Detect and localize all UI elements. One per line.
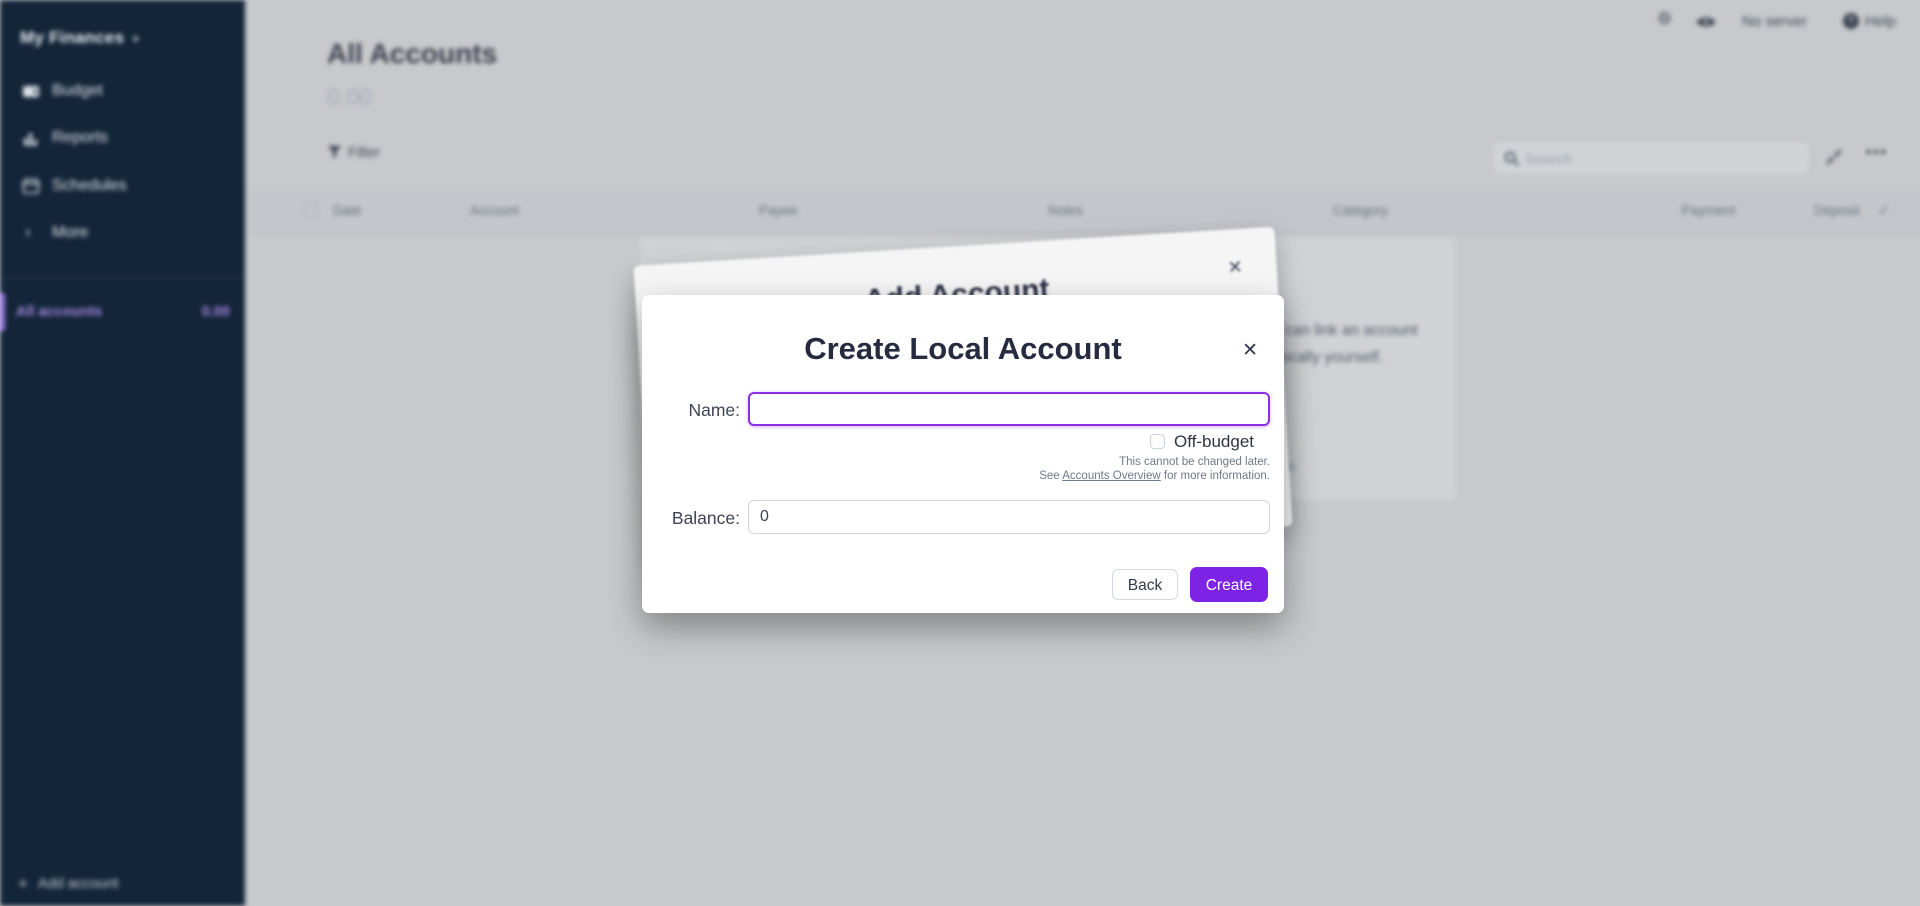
sidebar-item-all-accounts[interactable]: All accounts 0.00 xyxy=(0,293,245,331)
close-icon[interactable]: ✕ xyxy=(1227,257,1243,279)
sidebar-item-reports[interactable]: Reports xyxy=(0,127,245,153)
note-prefix: See xyxy=(1039,470,1062,482)
funnel-icon xyxy=(328,146,341,158)
wallet-icon xyxy=(22,82,40,100)
page-title: All Accounts xyxy=(327,38,497,70)
modal-title: Create Local Account xyxy=(642,331,1284,367)
filter-label: Filter xyxy=(348,145,380,161)
chevron-right-icon: › xyxy=(25,222,43,240)
sidebar-item-label: Schedules xyxy=(52,177,127,195)
add-account-button[interactable]: + Add account xyxy=(18,874,119,894)
column-header-payment: Payment xyxy=(1682,203,1735,218)
search-icon xyxy=(1503,150,1520,167)
create-local-account-modal: Create Local Account ✕ Name: Off-budget … xyxy=(642,295,1284,613)
transactions-table-header: Date Account Payee Notes Category Paymen… xyxy=(245,190,1920,233)
calendar-icon xyxy=(22,177,40,195)
all-accounts-amount: 0.00 xyxy=(202,304,230,320)
background-text-fragment: locally yourself. xyxy=(1277,349,1383,367)
all-accounts-label: All accounts xyxy=(16,304,102,320)
sidebar-item-budget[interactable]: Budget xyxy=(0,80,245,106)
column-header-payee: Payee xyxy=(759,203,797,218)
sidebar-divider xyxy=(0,277,245,278)
budget-name-label: My Finances xyxy=(20,28,124,47)
server-status-button[interactable]: No server xyxy=(1742,13,1807,30)
accounts-overview-link[interactable]: Accounts Overview xyxy=(1062,470,1160,482)
column-header-notes: Notes xyxy=(1048,203,1083,218)
balance-label: Balance: xyxy=(642,508,740,529)
sidebar-item-label: Reports xyxy=(52,129,108,147)
offbudget-label: Off-budget xyxy=(1174,432,1254,452)
gear-icon[interactable]: ⚙ xyxy=(1657,9,1672,29)
app-window: My Finances ▼ Budget Reports Schedules xyxy=(0,0,1920,906)
name-label: Name: xyxy=(642,400,740,421)
eye-icon[interactable] xyxy=(1694,15,1718,34)
sidebar: My Finances ▼ Budget Reports Schedules xyxy=(0,0,245,906)
sidebar-item-more[interactable]: › More xyxy=(0,222,245,248)
column-header-deposit: Deposit xyxy=(1814,203,1860,218)
create-button[interactable]: Create xyxy=(1190,567,1268,602)
chevron-down-icon: ▼ xyxy=(130,34,141,46)
offbudget-note-line2: See Accounts Overview for more informati… xyxy=(1039,470,1270,482)
search-field[interactable] xyxy=(1492,141,1810,175)
note-suffix: for more information. xyxy=(1161,470,1270,482)
back-button[interactable]: Back xyxy=(1112,569,1178,600)
column-header-date: Date xyxy=(333,203,362,218)
column-header-category: Category xyxy=(1333,203,1388,218)
cleared-column-icon[interactable]: ✓ xyxy=(1878,202,1890,219)
plus-icon: + xyxy=(18,874,28,893)
name-input[interactable] xyxy=(748,392,1270,426)
help-icon: ? xyxy=(1843,13,1859,29)
column-header-account: Account xyxy=(470,203,519,218)
help-button[interactable]: Help xyxy=(1865,13,1896,30)
more-options-button[interactable]: ••• xyxy=(1866,144,1888,161)
page-balance: 0.00 xyxy=(327,84,372,111)
search-input[interactable] xyxy=(1523,142,1807,176)
collapse-rows-icon[interactable] xyxy=(1824,147,1844,167)
sidebar-item-label: Budget xyxy=(52,82,103,100)
budget-name-menu[interactable]: My Finances ▼ xyxy=(20,28,141,48)
bar-chart-icon xyxy=(22,129,40,147)
balance-input[interactable] xyxy=(748,500,1270,534)
add-account-label: Add account xyxy=(38,876,119,892)
select-all-checkbox[interactable] xyxy=(303,203,318,218)
active-indicator-bar xyxy=(0,293,5,331)
offbudget-checkbox[interactable] xyxy=(1150,434,1165,449)
offbudget-note-line1: This cannot be changed later. xyxy=(1119,456,1270,468)
sidebar-item-label: More xyxy=(52,224,88,242)
background-text-fragment: can link an account xyxy=(1285,322,1418,340)
filter-button[interactable]: Filter xyxy=(328,145,380,161)
close-icon[interactable]: ✕ xyxy=(1242,339,1258,362)
sidebar-item-schedules[interactable]: Schedules xyxy=(0,175,245,201)
